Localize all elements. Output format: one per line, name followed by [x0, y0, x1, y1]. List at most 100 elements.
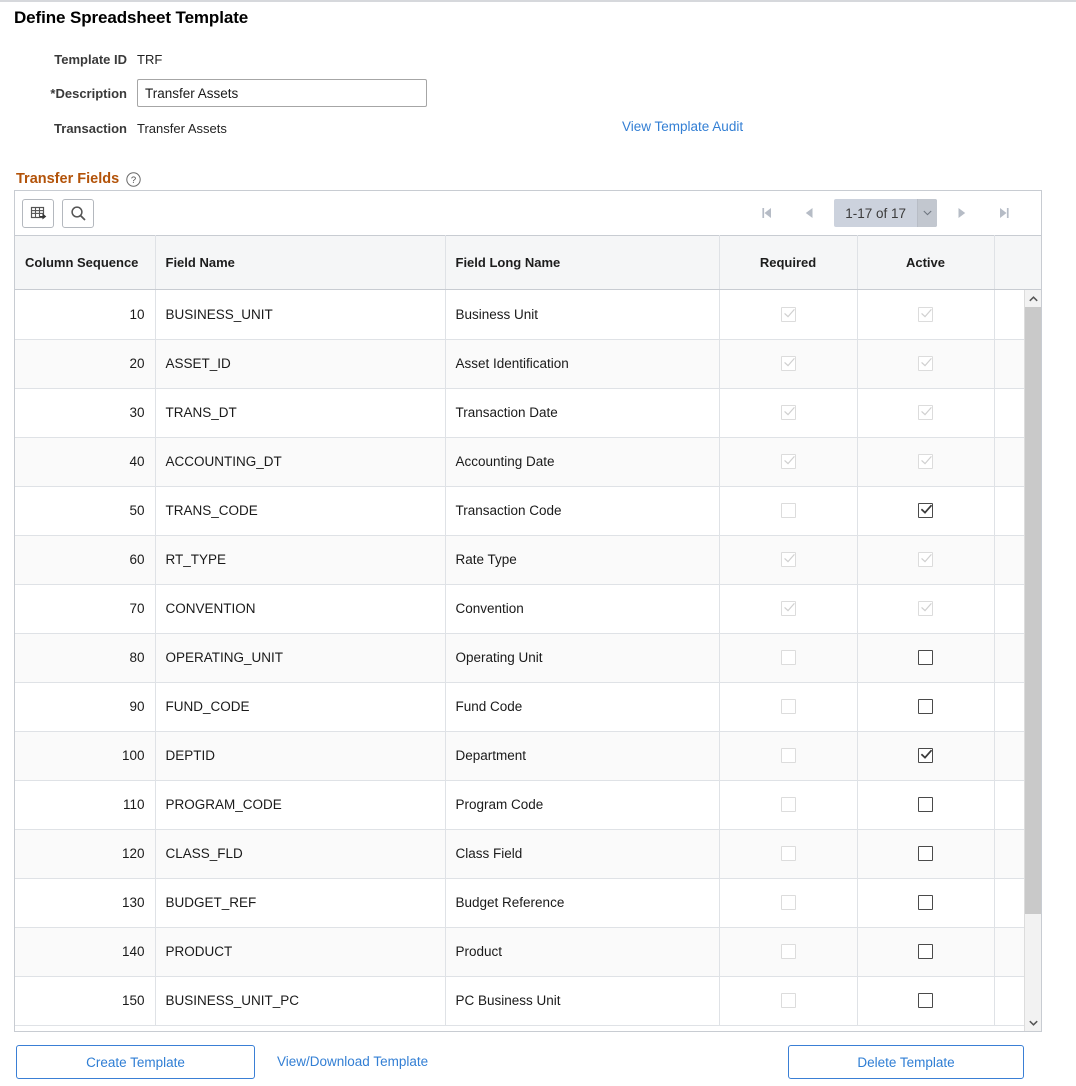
- description-label: *Description: [50, 85, 127, 101]
- active-checkbox: [918, 601, 933, 617]
- required-checkbox: [780, 454, 796, 470]
- grid-header-row: Column Sequence Field Name Field Long Na…: [15, 235, 1041, 290]
- cell-field-long-name: Asset Identification: [445, 339, 720, 389]
- active-checkbox[interactable]: [918, 503, 933, 519]
- scrollbar-thumb[interactable]: [1025, 307, 1041, 914]
- transaction-row: Transaction Transfer Assets: [37, 121, 227, 136]
- active-checkbox[interactable]: [918, 797, 933, 813]
- cell-column-sequence: 80: [15, 633, 156, 683]
- grid-scroll-body: 10 BUSINESS_UNIT Business Unit 20 ASSET_ID As…: [15, 290, 1041, 1031]
- cell-field-name: TRANS_CODE: [155, 486, 446, 536]
- cell-field-name: BUSINESS_UNIT: [155, 290, 446, 340]
- column-header-field-name[interactable]: Field Name: [155, 235, 446, 290]
- cell-field-name: BUSINESS_UNIT_PC: [155, 976, 446, 1026]
- cell-required: [719, 388, 858, 438]
- last-page-icon[interactable]: [983, 200, 1025, 226]
- cell-required: [719, 682, 858, 732]
- cell-required: [719, 584, 858, 634]
- top-divider: [0, 0, 1076, 2]
- page-title: Define Spreadsheet Template: [14, 8, 249, 27]
- cell-required: [719, 437, 858, 487]
- page-range-selector[interactable]: 1-17 of 17: [834, 199, 937, 227]
- cell-field-name: BUDGET_REF: [155, 878, 446, 928]
- cell-column-sequence: 40: [15, 437, 156, 487]
- required-checkbox: [780, 405, 796, 421]
- question-mark-icon[interactable]: ?: [126, 171, 141, 187]
- cell-field-name: CONVENTION: [155, 584, 446, 634]
- description-input[interactable]: [137, 79, 427, 107]
- active-checkbox: [918, 405, 933, 421]
- column-header-field-long-name[interactable]: Field Long Name: [445, 235, 720, 290]
- cell-column-sequence: 120: [15, 829, 156, 879]
- cell-active: [857, 486, 995, 536]
- transfer-fields-grid: 1-17 of 17 Column Sequence Field Name Fi…: [14, 190, 1042, 1032]
- cell-column-sequence: 110: [15, 780, 156, 830]
- cell-field-name: DEPTID: [155, 731, 446, 781]
- cell-active: [857, 829, 995, 879]
- transaction-label: Transaction: [54, 121, 127, 136]
- cell-field-long-name: Transaction Date: [445, 388, 720, 438]
- table-row: 10 BUSINESS_UNIT Business Unit: [15, 290, 1041, 340]
- cell-column-sequence: 150: [15, 976, 156, 1026]
- table-row: 40 ACCOUNTING_DT Accounting Date: [15, 437, 1041, 487]
- active-checkbox[interactable]: [918, 650, 933, 666]
- view-template-audit-link[interactable]: View Template Audit: [622, 119, 743, 134]
- active-checkbox[interactable]: [918, 944, 933, 960]
- cell-active: [857, 339, 995, 389]
- table-row: 140 PRODUCT Product: [15, 927, 1041, 977]
- required-checkbox: [780, 993, 796, 1009]
- table-row: 30 TRANS_DT Transaction Date: [15, 388, 1041, 438]
- cell-active: [857, 780, 995, 830]
- table-row: 60 RT_TYPE Rate Type: [15, 535, 1041, 585]
- first-page-icon[interactable]: [746, 200, 788, 226]
- table-row: 50 TRANS_CODE Transaction Code: [15, 486, 1041, 536]
- cell-field-name: ACCOUNTING_DT: [155, 437, 446, 487]
- active-checkbox[interactable]: [918, 993, 933, 1009]
- create-template-button[interactable]: Create Template: [16, 1045, 255, 1079]
- cell-field-long-name: Fund Code: [445, 682, 720, 732]
- search-icon[interactable]: [62, 198, 94, 228]
- active-checkbox: [918, 552, 933, 568]
- cell-field-long-name: Department: [445, 731, 720, 781]
- next-page-icon[interactable]: [941, 200, 983, 226]
- template-id-row: Template ID TRF: [37, 52, 162, 67]
- cell-field-long-name: PC Business Unit: [445, 976, 720, 1026]
- cell-field-long-name: Budget Reference: [445, 878, 720, 928]
- required-checkbox: [780, 552, 796, 568]
- cell-required: [719, 633, 858, 683]
- cell-field-long-name: Operating Unit: [445, 633, 720, 683]
- active-checkbox[interactable]: [918, 895, 933, 911]
- view-download-template-link[interactable]: View/Download Template: [277, 1054, 428, 1069]
- table-row: 150 BUSINESS_UNIT_PC PC Business Unit: [15, 976, 1041, 1026]
- cell-column-sequence: 100: [15, 731, 156, 781]
- transfer-fields-section-header: Transfer Fields ?: [16, 171, 141, 187]
- scroll-down-icon[interactable]: [1025, 1014, 1041, 1031]
- column-header-active[interactable]: Active: [857, 235, 995, 290]
- active-checkbox[interactable]: [918, 846, 933, 862]
- grid-vertical-scrollbar[interactable]: [1024, 290, 1041, 1031]
- active-checkbox[interactable]: [918, 748, 933, 764]
- previous-page-icon[interactable]: [788, 200, 830, 226]
- delete-template-button[interactable]: Delete Template: [788, 1045, 1024, 1079]
- grid-personalize-icon[interactable]: [22, 198, 54, 228]
- page-range-text: 1-17 of 17: [845, 205, 906, 221]
- cell-active: [857, 731, 995, 781]
- cell-field-long-name: Product: [445, 927, 720, 977]
- active-checkbox: [918, 307, 933, 323]
- grid-toolbar: 1-17 of 17: [15, 191, 1041, 235]
- required-checkbox: [780, 748, 796, 764]
- cell-column-sequence: 10: [15, 290, 156, 340]
- active-checkbox[interactable]: [918, 699, 933, 715]
- column-header-column-sequence[interactable]: Column Sequence: [15, 235, 156, 290]
- active-checkbox: [918, 454, 933, 470]
- cell-active: [857, 878, 995, 928]
- table-row: 70 CONVENTION Convention: [15, 584, 1041, 634]
- cell-active: [857, 633, 995, 683]
- column-header-required[interactable]: Required: [719, 235, 858, 290]
- cell-active: [857, 682, 995, 732]
- template-id-label: Template ID: [54, 52, 127, 67]
- chevron-down-icon[interactable]: [917, 199, 937, 227]
- scroll-up-icon[interactable]: [1025, 290, 1041, 307]
- active-checkbox: [918, 356, 933, 372]
- required-checkbox: [780, 699, 796, 715]
